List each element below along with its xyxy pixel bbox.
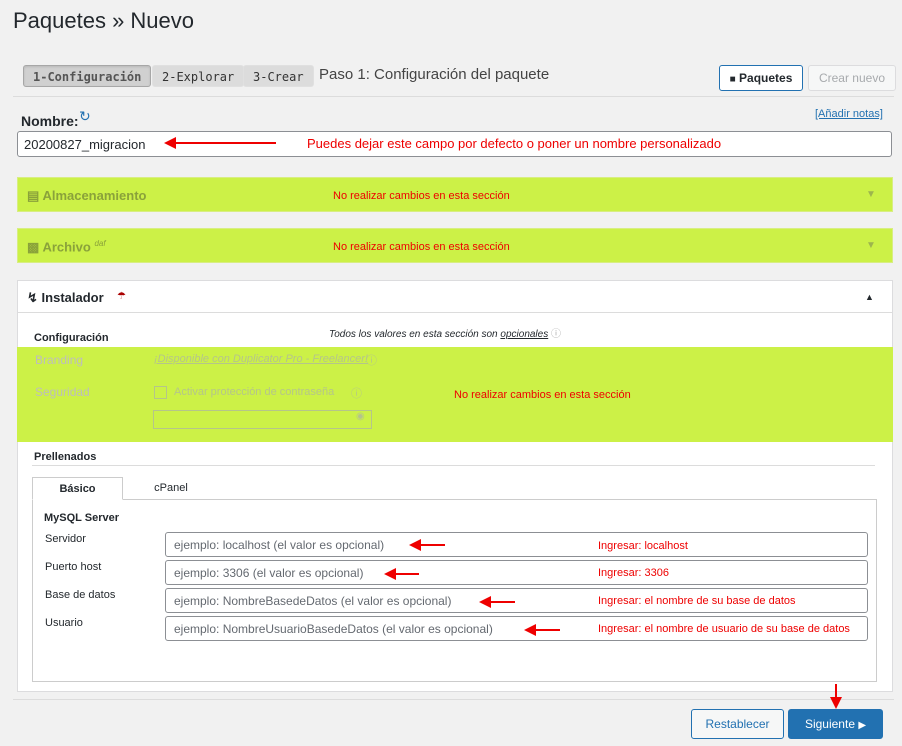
eye-icon[interactable]: ◉ bbox=[356, 411, 365, 422]
archivo-note: No realizar cambios en esta sección bbox=[333, 241, 510, 253]
password-checkbox-label: Activar protección de contraseña bbox=[174, 386, 335, 398]
header-divider bbox=[13, 96, 894, 97]
seguridad-label: Seguridad bbox=[35, 385, 90, 399]
prellenados-label: Prellenados bbox=[34, 451, 97, 463]
puerto-label: Puerto host bbox=[45, 561, 102, 573]
annotation-arrow-head bbox=[830, 697, 842, 709]
page-title: Paquetes » Nuevo bbox=[13, 8, 195, 33]
annotation-arrow-line bbox=[174, 142, 276, 144]
step-title: Paso 1: Configuración del paquete bbox=[319, 66, 550, 83]
help-icon[interactable]: ⓘ bbox=[366, 352, 377, 368]
paquetes-button-label: Paquetes bbox=[739, 71, 793, 85]
servidor-label: Servidor bbox=[45, 533, 86, 545]
branding-label: Branding bbox=[35, 353, 84, 367]
annotation-arrow-line bbox=[489, 601, 515, 603]
add-notes-link[interactable]: [Añadir notas] bbox=[815, 108, 883, 120]
reset-name-icon[interactable]: ↻ bbox=[79, 108, 91, 125]
chevron-down-icon[interactable]: ▼ bbox=[866, 189, 876, 200]
puerto-input[interactable]: ejemplo: 3306 (el valor es opcional) bbox=[165, 560, 868, 585]
password-checkbox[interactable] bbox=[154, 386, 167, 399]
step-explorar[interactable]: 2-Explorar bbox=[152, 65, 245, 87]
servidor-annotation: Ingresar: localhost bbox=[598, 540, 688, 552]
paquetes-button[interactable]: ■ Paquetes bbox=[719, 65, 803, 91]
annotation-arrow-line bbox=[534, 629, 560, 631]
almacenamiento-panel[interactable]: ▤ Almacenamiento No realizar cambios en … bbox=[17, 177, 893, 212]
archivo-superscript: daf bbox=[94, 239, 106, 248]
annotation-arrow-line bbox=[835, 684, 837, 698]
usuario-annotation: Ingresar: el nombre de usuario de su bas… bbox=[598, 623, 850, 635]
lock-icon: ☂ bbox=[117, 291, 126, 302]
crear-nuevo-button[interactable]: Crear nuevo bbox=[808, 65, 896, 91]
next-button[interactable]: Siguiente ▶ bbox=[788, 709, 883, 739]
next-button-label: Siguiente bbox=[804, 717, 855, 731]
bolt-icon: ↯ bbox=[27, 290, 38, 305]
file-archive-icon: ▩ bbox=[27, 239, 40, 255]
config-block: Branding ¡Disponible con Duplicator Pro … bbox=[17, 347, 893, 442]
help-icon[interactable]: ⓘ bbox=[351, 385, 362, 401]
help-icon[interactable]: ⓘ bbox=[551, 329, 561, 340]
optional-note: Todos los valores en esta sección son op… bbox=[329, 329, 561, 340]
almacenamiento-title: ▤ Almacenamiento bbox=[27, 188, 147, 203]
almacenamiento-note: No realizar cambios en esta sección bbox=[333, 190, 510, 202]
mysql-server-label: MySQL Server bbox=[44, 512, 120, 524]
nombre-annotation: Puedes dejar este campo por defecto o po… bbox=[307, 136, 722, 151]
chevron-down-icon[interactable]: ▼ bbox=[866, 240, 876, 251]
usuario-label: Usuario bbox=[45, 617, 83, 629]
archivo-title: ▩ Archivo daf bbox=[27, 239, 106, 255]
archivo-panel[interactable]: ▩ Archivo daf No realizar cambios en est… bbox=[17, 228, 893, 263]
password-input[interactable] bbox=[153, 410, 372, 429]
config-note: No realizar cambios en esta sección bbox=[454, 389, 631, 401]
step-crear[interactable]: 3-Crear bbox=[243, 65, 314, 87]
base-datos-label: Base de datos bbox=[45, 589, 116, 601]
puerto-annotation: Ingresar: 3306 bbox=[598, 567, 669, 579]
annotation-arrow-line bbox=[394, 573, 419, 575]
opcionales-link[interactable]: opcionales bbox=[500, 329, 548, 340]
instalador-divider bbox=[18, 312, 892, 313]
prellenados-divider bbox=[32, 465, 875, 466]
annotation-arrow-line bbox=[419, 544, 445, 546]
play-icon: ▶ bbox=[858, 720, 867, 731]
footer-divider bbox=[13, 699, 894, 700]
configuracion-label: Configuración bbox=[34, 332, 109, 344]
branding-link[interactable]: ¡Disponible con Duplicator Pro - Freelan… bbox=[154, 353, 368, 365]
reset-button[interactable]: Restablecer bbox=[691, 709, 784, 739]
step-configuracion[interactable]: 1-Configuración bbox=[23, 65, 152, 87]
base-datos-annotation: Ingresar: el nombre de su base de datos bbox=[598, 595, 796, 607]
chevron-up-icon[interactable]: ▲ bbox=[865, 292, 874, 302]
servidor-input[interactable]: ejemplo: localhost (el valor es opcional… bbox=[165, 532, 868, 557]
archive-icon: ■ bbox=[729, 74, 736, 85]
nombre-label: Nombre: bbox=[21, 113, 79, 129]
instalador-title[interactable]: ↯ Instalador bbox=[27, 290, 104, 306]
tab-cpanel[interactable]: cPanel bbox=[123, 477, 219, 500]
database-icon: ▤ bbox=[27, 188, 40, 203]
tab-basico[interactable]: Básico bbox=[32, 477, 123, 500]
